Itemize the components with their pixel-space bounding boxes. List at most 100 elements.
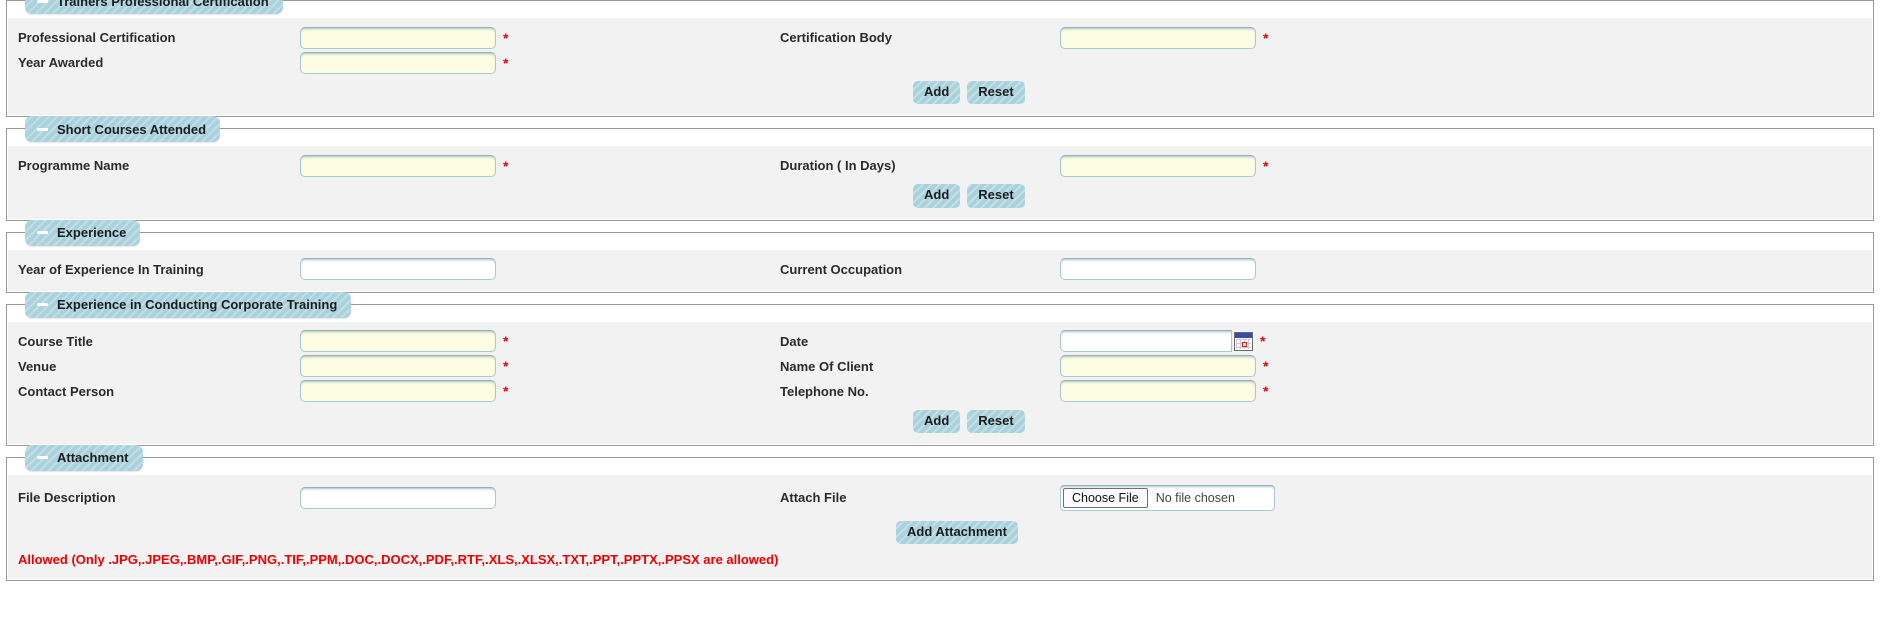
section-title-short-courses: Short Courses Attended (57, 121, 207, 137)
label-duration: Duration ( In Days) (780, 158, 896, 174)
year-awarded-input[interactable] (300, 51, 496, 74)
reset-corporate-training-button[interactable]: Reset (967, 409, 1025, 433)
minus-icon[interactable] (37, 231, 48, 235)
contact-person-input[interactable] (300, 380, 496, 403)
required-marker: * (503, 383, 509, 400)
minus-icon[interactable] (37, 0, 48, 3)
file-description-input[interactable] (300, 486, 496, 509)
section-title-attachment: Attachment (57, 450, 129, 466)
label-year-awarded: Year Awarded (18, 55, 104, 70)
section-experience: Experience Year of Experience In Trainin… (6, 219, 1874, 293)
calendar-icon-header (1235, 332, 1252, 338)
required-marker: * (503, 157, 509, 174)
section-attachment: Attachment File Description Attach File … (6, 444, 1874, 582)
date-input[interactable] (1060, 330, 1232, 353)
field-year-awarded: * (300, 51, 515, 74)
add-corporate-training-button[interactable]: Add (913, 409, 961, 433)
form-row: File Description Attach File Choose File… (8, 484, 1872, 512)
button-row-spacer (8, 521, 896, 544)
required-marker: * (1263, 383, 1269, 400)
label-date: Date (780, 333, 809, 349)
form-row: Contact Person * Telephone No. * (8, 379, 1872, 404)
form-row: Year Awarded * (8, 50, 1872, 75)
section-header-attachment[interactable]: Attachment (25, 444, 143, 471)
label-file-description: File Description (18, 490, 116, 506)
form-row: Year of Experience In Training Current O… (8, 257, 1872, 282)
label-contact-person: Contact Person (18, 383, 115, 399)
required-marker: * (503, 358, 509, 375)
allowed-file-types-note: Allowed (Only .JPG,.JPEG,.BMP,.GIF,.PNG,… (18, 552, 779, 568)
telephone-no-input[interactable] (1060, 380, 1256, 403)
required-marker: * (503, 333, 509, 350)
form-page: Trainers Professional Certification Prof… (0, 0, 1880, 582)
label-programme-name: Programme Name (18, 158, 130, 174)
course-title-input[interactable] (300, 330, 496, 353)
legend-wrap-certification: Trainers Professional Certification (25, 0, 283, 14)
professional-certification-input[interactable] (300, 26, 496, 49)
section-body-experience: Year of Experience In Training Current O… (8, 249, 1872, 291)
section-body-short-courses: Programme Name * Duration ( In Days) * A… (8, 146, 1872, 219)
required-marker: * (1263, 358, 1269, 375)
label-current-occupation: Current Occupation (780, 261, 903, 277)
attach-file-input[interactable]: Choose File No file chosen (1060, 484, 1275, 511)
label-venue: Venue (18, 358, 57, 374)
field-certification-body: * (1060, 26, 1275, 49)
label-course-title: Course Title (18, 333, 93, 349)
button-row-certification: Add Reset (8, 75, 1872, 106)
legend-wrap-attachment: Attachment (25, 444, 143, 471)
choose-file-button[interactable]: Choose File (1063, 487, 1148, 508)
name-of-client-input[interactable] (1060, 355, 1256, 378)
certification-body-input[interactable] (1060, 26, 1256, 49)
label-name-of-client: Name Of Client (780, 358, 874, 374)
field-professional-certification: * (300, 26, 515, 49)
section-title-corporate-training: Experience in Conducting Corporate Train… (57, 297, 338, 313)
duration-input[interactable] (1060, 154, 1256, 177)
field-programme-name: * (300, 154, 515, 177)
field-duration: * (1060, 154, 1275, 177)
label-certification-body: Certification Body (780, 30, 892, 45)
field-contact-person: * (300, 380, 515, 403)
label-years-experience: Year of Experience In Training (18, 261, 204, 277)
reset-certification-button[interactable]: Reset (967, 81, 1025, 105)
field-file-description (300, 486, 515, 509)
label-telephone-no: Telephone No. (780, 383, 869, 399)
current-occupation-input[interactable] (1060, 258, 1256, 281)
section-header-short-courses[interactable]: Short Courses Attended (25, 116, 221, 143)
calendar-icon-selected-day (1242, 341, 1247, 347)
add-certification-button[interactable]: Add (913, 81, 961, 105)
section-header-certification[interactable]: Trainers Professional Certification (25, 0, 283, 14)
programme-name-input[interactable] (300, 154, 496, 177)
button-row-attachment: Add Attachment (8, 512, 1872, 550)
field-telephone-no: * (1060, 380, 1275, 403)
section-header-experience[interactable]: Experience (25, 219, 141, 246)
calendar-icon[interactable] (1234, 331, 1253, 351)
button-row-corporate-training: Add Reset (8, 404, 1872, 435)
section-body-certification: Professional Certification * Certificati… (8, 18, 1872, 116)
field-venue: * (300, 355, 515, 378)
form-row: Professional Certification * Certificati… (8, 25, 1872, 50)
section-body-corporate-training: Course Title * Date * Venue * Name Of Cl… (8, 321, 1872, 444)
legend-wrap-corporate-training: Experience in Conducting Corporate Train… (25, 291, 352, 318)
section-header-corporate-training[interactable]: Experience in Conducting Corporate Train… (25, 291, 352, 318)
legend-wrap-experience: Experience (25, 219, 141, 246)
attach-file-status: No file chosen (1155, 490, 1235, 505)
field-name-of-client: * (1060, 355, 1275, 378)
field-date: * (1060, 330, 1275, 353)
section-corporate-training: Experience in Conducting Corporate Train… (6, 291, 1874, 446)
required-marker: * (1260, 333, 1266, 350)
minus-icon[interactable] (37, 303, 48, 307)
field-attach-file: Choose File No file chosen (1060, 484, 1275, 511)
years-experience-input[interactable] (300, 258, 496, 281)
minus-icon[interactable] (37, 456, 48, 460)
minus-icon[interactable] (37, 127, 48, 131)
field-current-occupation (1060, 258, 1275, 281)
add-attachment-button[interactable]: Add Attachment (896, 520, 1018, 545)
label-professional-certification: Professional Certification (18, 30, 176, 45)
add-short-course-button[interactable]: Add (913, 184, 961, 208)
button-row-short-courses: Add Reset (8, 178, 1872, 209)
section-body-attachment: File Description Attach File Choose File… (8, 474, 1872, 580)
field-course-title: * (300, 330, 515, 353)
reset-short-course-button[interactable]: Reset (967, 184, 1025, 208)
venue-input[interactable] (300, 355, 496, 378)
required-marker: * (503, 54, 509, 71)
